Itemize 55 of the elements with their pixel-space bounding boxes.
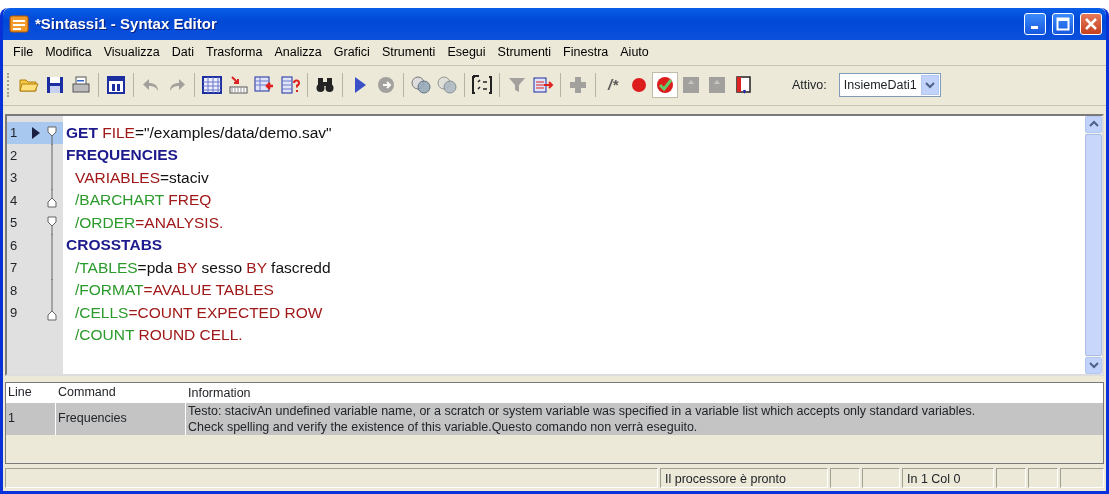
menu-item[interactable]: Analizza [268,42,328,63]
line-number: 1 [9,124,19,143]
scroll-up-icon[interactable] [1085,115,1102,133]
table-cell: Frequencies [56,402,186,435]
line-number: 7 [9,259,19,278]
comment-button[interactable]: /* [600,72,626,99]
column-header[interactable]: Command [56,383,186,403]
message-row[interactable] [6,402,1103,435]
code-line: /BARCHART FREQ [74,190,213,211]
status-bar-cell: In 1 Col 0 [902,467,994,488]
active-label: Attivo: [792,76,827,94]
status-bar-cell [1028,467,1058,488]
code-line: FREQUENCIES [65,145,179,166]
column-header[interactable]: Line [6,383,56,403]
scroll-down-icon[interactable] [1085,356,1102,374]
menu-item[interactable]: Strumenti [491,42,558,63]
minimize-button[interactable] [1024,13,1046,35]
code-line: VARIABLES=staciv [74,167,210,188]
menu-item[interactable]: Esegui [441,42,492,63]
menu-item[interactable]: Grafici [327,42,376,63]
column-header[interactable]: Information [186,384,1103,401]
menu-item[interactable]: File [7,42,40,63]
line-number: 5 [9,214,19,233]
line-number: 4 [9,191,19,210]
code-line: /FORMAT=AVALUE TABLES [74,280,275,301]
status-bar-cell [830,467,860,488]
window-title: *Sintassi1 - Syntax Editor [35,13,218,34]
app-icon [9,15,29,33]
code-line: CROSSTABS [65,235,164,256]
menu-item[interactable]: Trasforma [200,42,269,63]
code-line: /ORDER=ANALYSIS. [74,212,225,233]
status-bar-cell [862,467,900,488]
status-bar-cell [1060,467,1104,488]
menu-item[interactable]: Visualizza [97,42,166,63]
code-line: /TABLES=pda BY sesso BY fascredd [74,257,332,278]
code-line: /COUNT ROUND CELL. [74,325,244,346]
active-dataset-dropdown[interactable]: InsiemeDati1 [838,73,941,98]
menu-item[interactable]: Aiuto [614,42,655,63]
line-number: 2 [9,146,19,165]
status-bar-cell [996,467,1026,488]
line-number: 9 [9,304,19,323]
syntax-editor[interactable] [5,113,1104,376]
code-line: GET FILE="/examples/data/demo.sav" [65,122,333,143]
menu-item[interactable]: Strumenti [375,42,442,63]
check-mark-icon[interactable] [652,72,678,99]
menu-item[interactable]: Modifica [39,42,98,63]
menu-item[interactable]: Dati [165,42,200,63]
status-bar-cell: Il processore è pronto [660,467,828,488]
line-number: 3 [9,169,19,188]
menu-item[interactable]: Finestra [557,42,615,63]
line-number: 8 [9,281,19,300]
line-number: 6 [9,236,19,255]
code-line: /CELLS=COUNT EXPECTED ROW [74,302,324,323]
table-cell-text: Testo: stacivAn undefined variable name, or a scratch or system variable was specified in a variable list which accepts only standard variables. Check spelling and verify the existence of this variable.Questo comando non verrà eseguito. [187,402,977,435]
table-cell: 1 [6,402,56,435]
